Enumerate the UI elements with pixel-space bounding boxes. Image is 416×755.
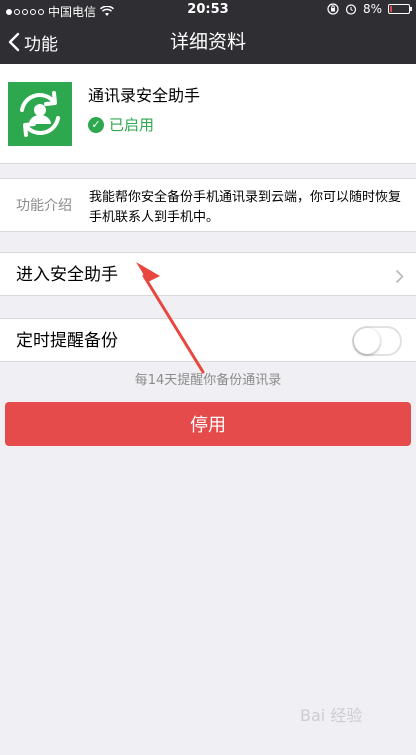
battery-icon	[388, 4, 412, 14]
contacts-sync-icon	[8, 82, 72, 146]
app-info-card: 通讯录安全助手 ✓ 已启用	[0, 64, 416, 164]
page-title: 详细资料	[169, 31, 246, 53]
baidu-watermark: Bai 经验	[300, 706, 363, 725]
alarm-icon	[345, 4, 357, 15]
backup-reminder-row: 定时提醒备份	[0, 318, 416, 362]
app-name: 通讯录安全助手	[88, 86, 201, 105]
intro-text: 我能帮你安全备份手机通讯录到云端，你可以随时恢复手机联系人到手机中。	[89, 190, 402, 225]
battery-percent: 8%	[362, 2, 382, 16]
orientation-lock-icon	[327, 3, 339, 15]
navigation-bar: 功能 详细资料	[0, 20, 416, 64]
backup-hint: 每14天提醒你备份通讯录	[134, 373, 282, 388]
status-text: 已启用	[109, 116, 155, 134]
status-bar: 中国电信 20:53 8%	[0, 0, 416, 20]
disable-button[interactable]: 停用	[5, 402, 411, 446]
chevron-right-icon	[395, 253, 404, 297]
status-badge: ✓ 已启用	[88, 114, 154, 135]
intro-card: 功能介绍 我能帮你安全备份手机通讯录到云端，你可以随时恢复手机联系人到手机中。	[0, 178, 416, 232]
enter-assistant-label: 进入安全助手	[16, 265, 118, 285]
toggle-knob	[354, 328, 380, 354]
intro-label: 功能介绍	[16, 198, 72, 214]
enter-assistant-row[interactable]: 进入安全助手	[0, 252, 416, 296]
check-circle-icon: ✓	[88, 116, 104, 133]
backup-reminder-label: 定时提醒备份	[16, 331, 118, 351]
backup-reminder-toggle[interactable]	[352, 326, 402, 356]
status-right: 8%	[327, 2, 412, 16]
